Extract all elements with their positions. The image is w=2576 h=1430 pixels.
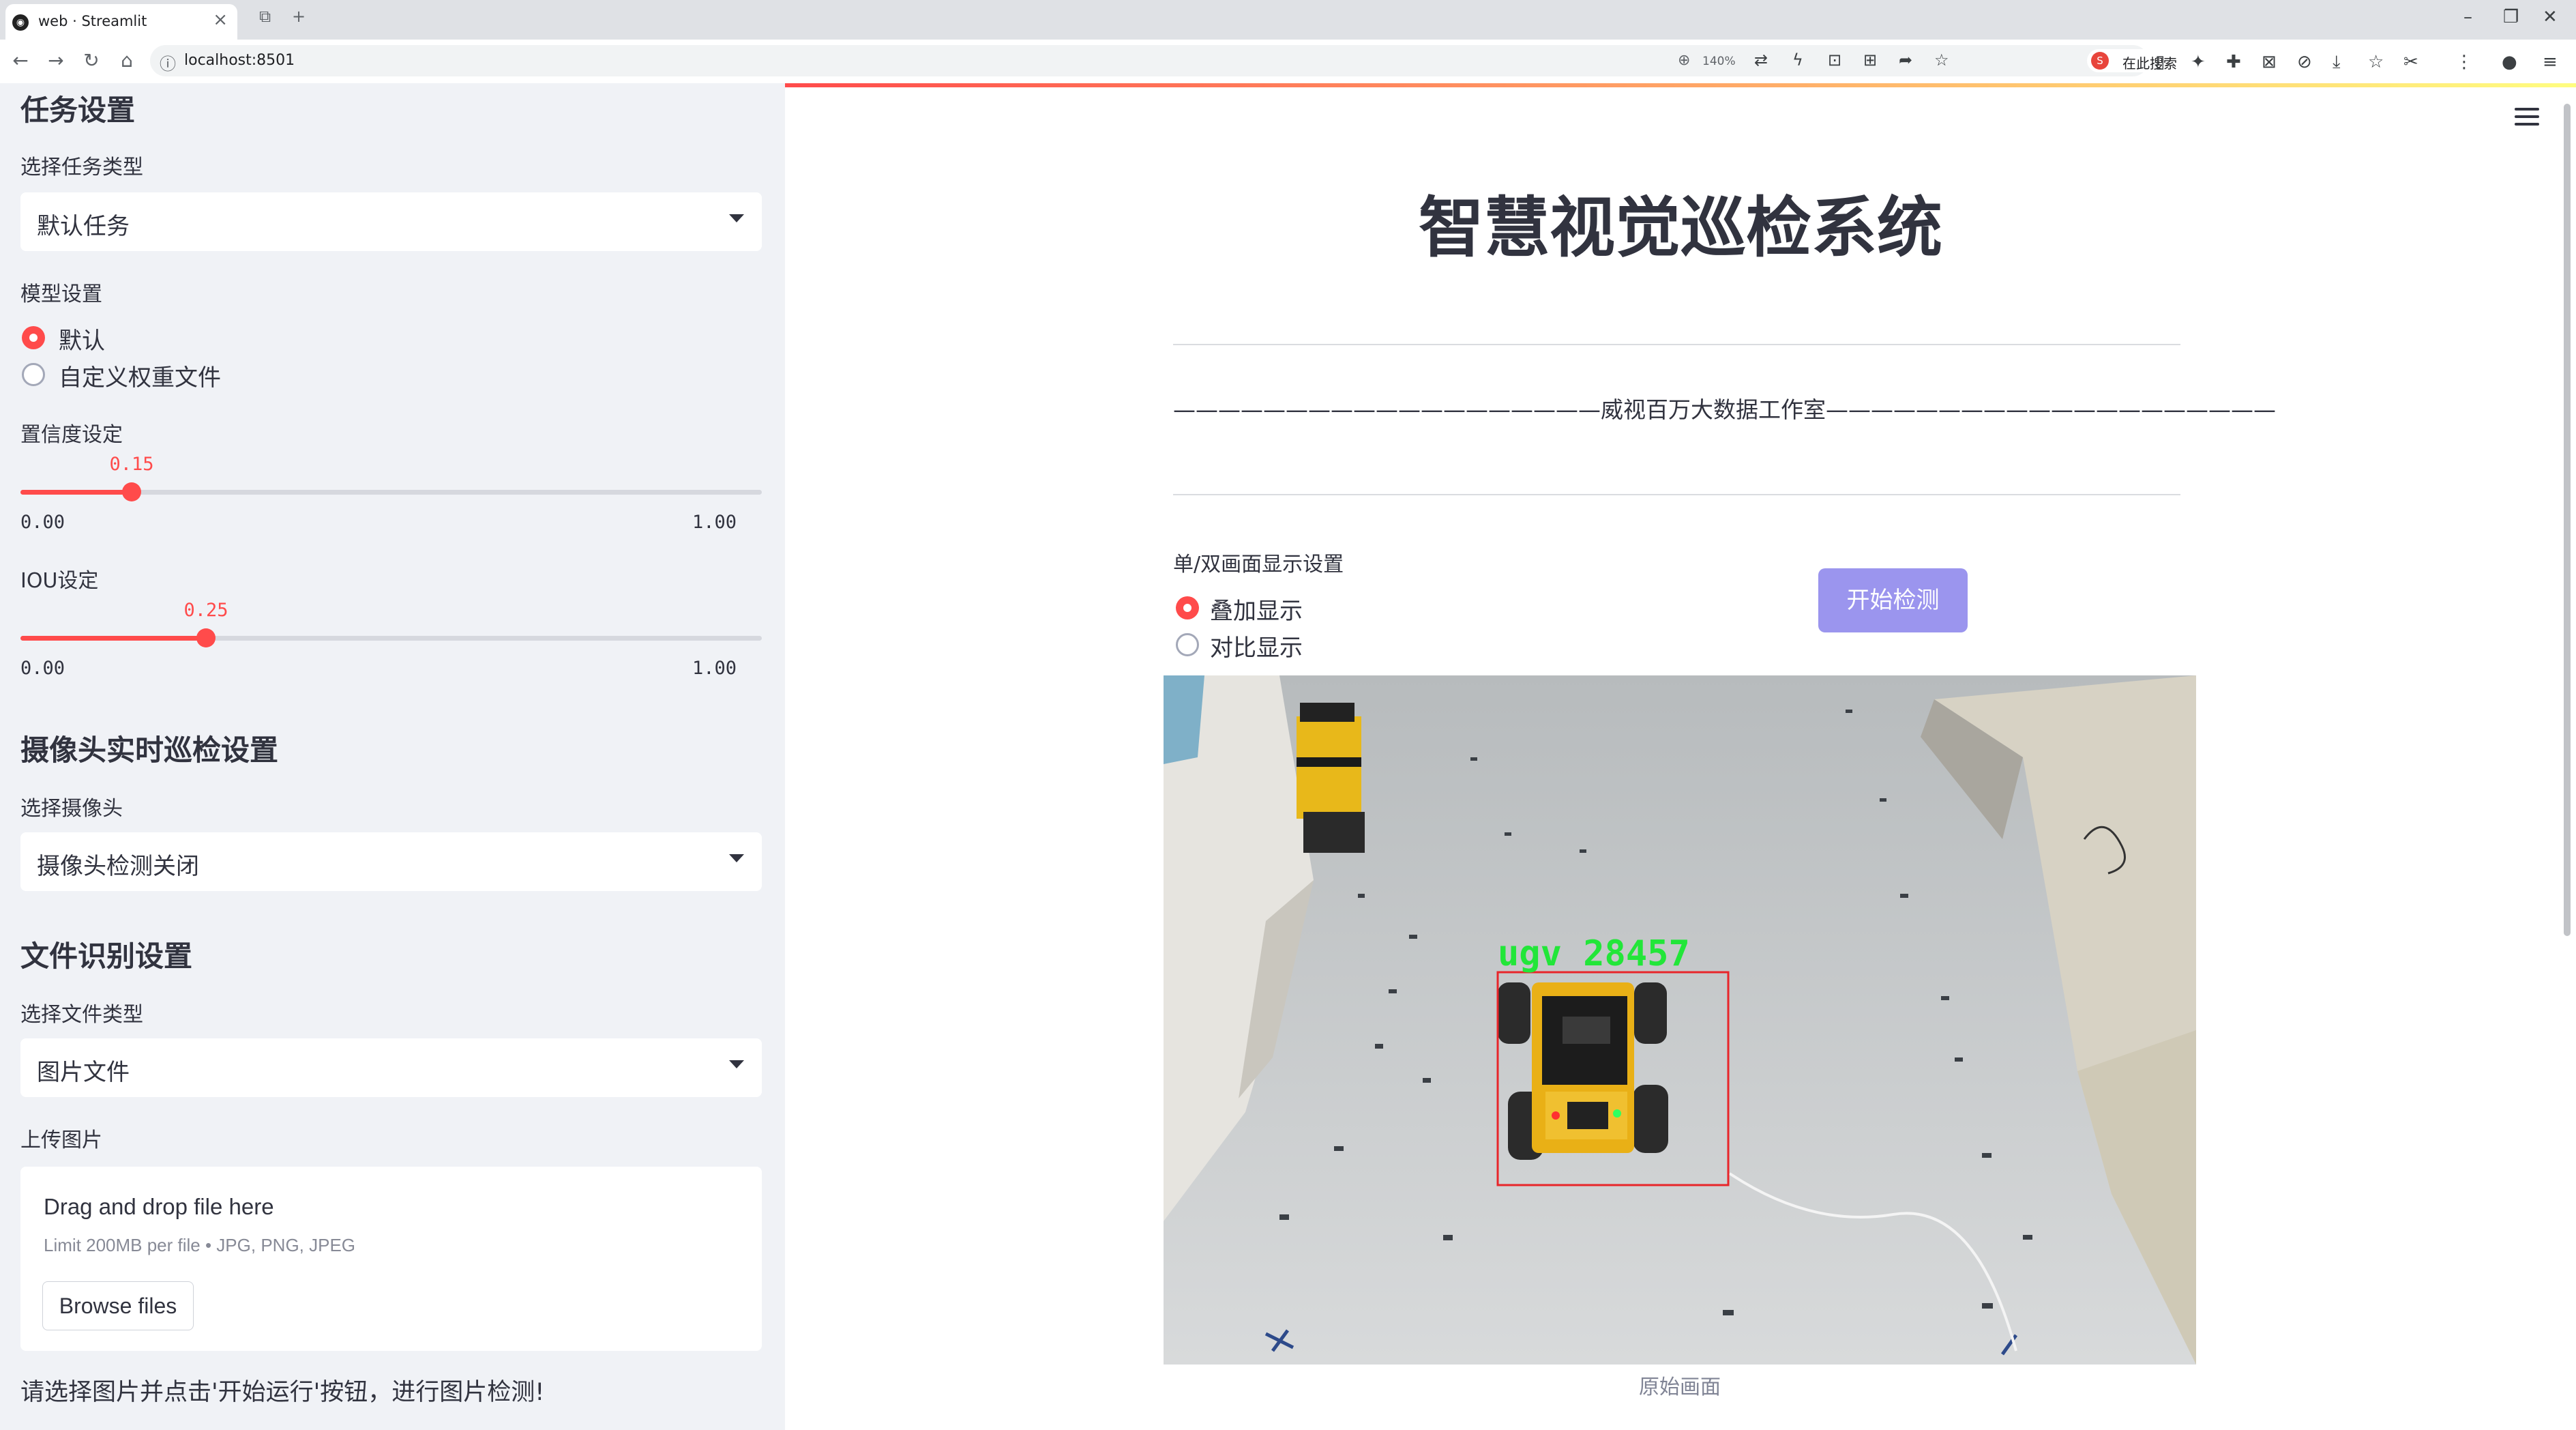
detection-image: ugv 28457 [1164,675,2196,1365]
iou-slider-fill [20,636,206,641]
upload-instructions: Drag and drop file here [44,1194,274,1219]
iou-value: 0.25 [183,600,228,621]
camera-label: 选择摄像头 [20,797,123,821]
favorites-icon[interactable]: ☆ [2368,52,2384,72]
file-type-select[interactable]: 图片文件 [20,1038,762,1097]
extension-icon[interactable]: ✦ [2191,52,2206,72]
confidence-slider[interactable] [20,482,762,501]
iou-slider-thumb[interactable] [196,628,216,647]
camera-select[interactable]: 摄像头检测关闭 [20,832,762,891]
upload-label: 上传图片 [20,1128,102,1152]
lightning-icon[interactable]: ϟ [1792,50,1803,70]
main-content: 智慧视觉巡检系统 ———————————————————威视百万大数据工作室——… [785,83,2576,1430]
tab-group-icon[interactable]: ⧉ [259,7,271,26]
download-icon[interactable]: ⤓ [2333,52,2341,73]
window-close-icon[interactable]: ✕ [2543,7,2558,27]
url-text[interactable]: localhost:8501 [184,52,295,69]
extension-icon[interactable]: ⊠ [2262,52,2277,72]
upload-limits: Limit 200MB per file • JPG, PNG, JPEG [44,1235,356,1255]
cut-icon[interactable]: ✂ [2403,52,2418,72]
display-option-label[interactable]: 对比显示 [1210,629,1303,662]
chevron-down-icon [729,214,744,222]
camera-value: 摄像头检测关闭 [37,853,199,880]
bookmark-star-icon[interactable]: ☆ [1934,50,1949,70]
more-icon[interactable]: ⋮ [2455,52,2473,72]
address-bar[interactable]: ⓘ localhost:8501 ⊕ 140% ⇄ ϟ ⊡ ⊞ ➦ ☆ S 在此… [150,45,2285,76]
sidebar: 任务设置 选择任务类型 默认任务 模型设置 默认 自定义权重文件 置信度设定 0… [0,83,785,1430]
detection-label: ugv 28457 [1498,933,1690,974]
file-uploader-dropzone[interactable]: Drag and drop file here Limit 200MB per … [20,1167,762,1351]
confidence-min: 0.00 [20,512,65,533]
iou-slider[interactable] [20,628,762,647]
image-caption: 原始画面 [1639,1375,1721,1399]
model-radio-default[interactable] [22,326,45,349]
game-icon[interactable]: ⊞ [1863,50,1877,70]
screenshot-icon[interactable]: ⊡ [1828,50,1841,70]
search-engine-box[interactable]: S 在此搜索 [2087,49,2285,72]
restore-icon[interactable]: ❐ [2503,7,2519,27]
share-icon[interactable]: ➦ [1899,50,1912,70]
browser-toolbar: ← → ↻ ⌂ ⓘ localhost:8501 ⊕ 140% ⇄ ϟ ⊡ ⊞ … [0,40,2576,84]
display-radio-compare[interactable] [1176,633,1199,656]
streamlit-favicon-icon: ◉ [12,14,29,31]
display-mode-label: 单/双画面显示设置 [1173,553,1344,577]
confidence-max: 1.00 [692,512,737,533]
menu-icon[interactable]: ≡ [2543,52,2558,72]
search-engine-logo-icon: S [2091,52,2109,70]
confidence-slider-fill [20,490,132,495]
extension-icon[interactable]: ⊘ [2297,52,2312,72]
close-tab-icon[interactable]: × [213,10,228,30]
zoom-level: 140% [1702,55,1736,68]
browser-tab-bar: ◉ web · Streamlit × ⧉ + – ❐ ✕ [0,0,2576,40]
search-label: 在此搜索 [2122,55,2177,72]
model-option-label[interactable]: 自定义权重文件 [59,359,221,392]
page-title: 智慧视觉巡检系统 [1419,190,1942,266]
task-settings-header: 任务设置 [20,93,136,127]
iou-label: IOU设定 [20,569,99,593]
confidence-value: 0.15 [109,454,154,475]
browser-tab[interactable]: ◉ web · Streamlit × [5,4,237,40]
forward-icon[interactable]: → [45,49,67,72]
confidence-label: 置信度设定 [20,423,123,447]
file-type-label: 选择文件类型 [20,1003,143,1027]
iou-min: 0.00 [20,658,65,679]
tab-title: web · Streamlit [38,13,147,29]
zoom-icon[interactable]: ⊕ [1678,52,1690,69]
reader-icon[interactable]: ▯ [2155,52,2165,72]
extension-icon[interactable]: ✚ [2226,52,2241,72]
new-tab-icon[interactable]: + [292,7,306,26]
task-type-value: 默认任务 [37,213,130,240]
subtitle: ———————————————————威视百万大数据工作室———————————… [1173,396,2276,423]
home-icon[interactable]: ⌂ [116,49,138,72]
site-info-icon[interactable]: ⓘ [160,50,176,74]
minimize-icon[interactable]: – [2463,7,2472,27]
header-decoration [785,83,2576,87]
display-option-label[interactable]: 叠加显示 [1210,592,1303,626]
profile-avatar[interactable]: ● [2502,52,2517,72]
reload-icon[interactable]: ↻ [80,49,102,72]
iou-max: 1.00 [692,658,737,679]
translate-icon[interactable]: ⇄ [1754,50,1768,70]
model-radio-custom[interactable] [22,363,45,386]
divider [1173,344,2180,345]
back-icon[interactable]: ← [10,49,31,72]
browse-files-button[interactable]: Browse files [42,1281,194,1330]
file-settings-header: 文件识别设置 [20,939,193,973]
camera-settings-header: 摄像头实时巡检设置 [20,733,279,767]
start-detection-button[interactable]: 开始检测 [1818,568,1968,632]
model-settings-label: 模型设置 [20,282,102,306]
divider [1173,494,2180,495]
task-type-select[interactable]: 默认任务 [20,192,762,251]
file-type-value: 图片文件 [37,1059,130,1086]
task-type-label: 选择任务类型 [20,156,143,179]
chevron-down-icon [729,854,744,862]
confidence-slider-thumb[interactable] [122,482,141,501]
model-option-label[interactable]: 默认 [59,322,105,355]
chevron-down-icon [729,1060,744,1068]
hamburger-menu-icon[interactable] [2515,108,2539,130]
upload-hint: 请选择图片并点击'开始运行'按钮，进行图片检测! [20,1379,545,1406]
display-radio-overlay[interactable] [1176,596,1199,619]
